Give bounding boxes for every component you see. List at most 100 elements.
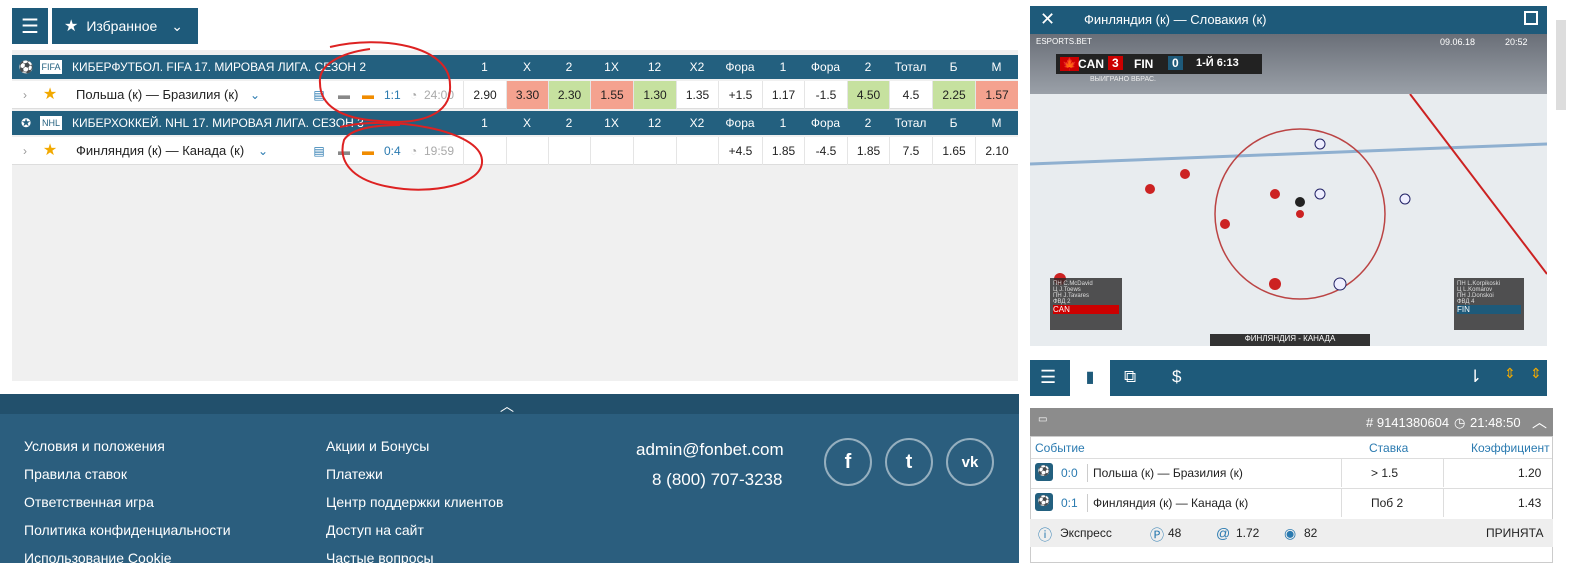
odds-cell[interactable]: 1.57: [975, 81, 1018, 109]
bet-slip-icon[interactable]: ▮: [1070, 360, 1110, 396]
twitter-icon[interactable]: t: [885, 438, 933, 486]
coupon-icon[interactable]: ⧉: [1124, 367, 1136, 387]
footer-link[interactable]: Условия и положения: [24, 438, 165, 454]
odds-cell[interactable]: [506, 137, 548, 165]
chevron-up-icon[interactable]: ︿: [1532, 411, 1547, 432]
hamburger-icon[interactable]: ☰: [1040, 367, 1056, 388]
up-down-icon[interactable]: ⇕: [1504, 365, 1516, 382]
odds-cell[interactable]: -4.5: [804, 137, 847, 165]
footer-phone[interactable]: 8 (800) 707-3238: [652, 470, 782, 490]
event-name[interactable]: Польша (к) — Бразилия (к): [76, 81, 238, 109]
football-icon: ⚽: [18, 60, 34, 74]
favorite-star-icon[interactable]: ★: [40, 81, 60, 109]
odds-cell[interactable]: 1.55: [590, 81, 633, 109]
odds-cell[interactable]: +4.5: [718, 137, 762, 165]
odds-header: 12: [647, 60, 662, 74]
video-date: 09.06.18: [1440, 37, 1476, 47]
chevron-down-icon[interactable]: ⌄: [256, 137, 270, 165]
lineup-box-left: ПН C.McDavid Ц J.Toews ПН J.Tavares ФВД 2C…: [1050, 278, 1122, 330]
favorite-star-icon[interactable]: ★: [40, 137, 60, 165]
odds-cell[interactable]: 1.30: [633, 81, 676, 109]
footer-link[interactable]: Политика конфиденциальности: [24, 522, 231, 538]
copy-icon[interactable]: ▭: [1038, 414, 1047, 425]
menu-button[interactable]: ☰: [12, 8, 48, 44]
chevron-down-icon[interactable]: ⌄: [248, 81, 262, 109]
slip-at: 1.72: [1236, 526, 1260, 540]
odds-cell[interactable]: 4.50: [847, 81, 889, 109]
video-player[interactable]: ESPORTS.BET 09.06.18 20:52 🍁 CAN 3 FIN 0…: [1030, 34, 1547, 346]
odds-cell[interactable]: 1.65: [932, 137, 975, 165]
up-down-icon-2[interactable]: ⇕: [1530, 365, 1542, 382]
col-bet: Ставка: [1369, 441, 1409, 455]
league-header: ✪ NHL КИБЕРХОККЕЙ. NHL 17. МИРОВАЯ ЛИГА.…: [12, 111, 1018, 135]
odds-cell[interactable]: 1.35: [676, 81, 718, 109]
slip-c: 82: [1304, 526, 1318, 540]
odds-cell[interactable]: 3.30: [506, 81, 548, 109]
odds-header: 1X: [604, 116, 619, 130]
odds-cell[interactable]: [633, 137, 676, 165]
event-name[interactable]: Финляндия (к) — Канада (к): [76, 137, 244, 165]
close-icon[interactable]: ✕: [1040, 9, 1055, 30]
footer-link[interactable]: Доступ на сайт: [326, 522, 424, 538]
odds-cell[interactable]: -1.5: [804, 81, 847, 109]
footer-email[interactable]: admin@fonbet.com: [636, 440, 784, 460]
odds-header: 1X: [604, 60, 619, 74]
event-row[interactable]: › ★ Польша (к) — Бразилия (к) ⌄ ▤ ▬ ▬ 1:…: [12, 81, 1018, 109]
slip-row[interactable]: ⚽ 0:0 Польша (к) — Бразилия (к) > 1.5 1.20: [1031, 458, 1552, 487]
odds-cell[interactable]: [676, 137, 718, 165]
footer-link[interactable]: Частые вопросы: [326, 550, 434, 566]
chevron-right-icon[interactable]: ›: [16, 81, 34, 109]
slip-status: ПРИНЯТА: [1486, 526, 1544, 540]
odds-header: Фора: [725, 60, 755, 74]
odds-cell[interactable]: 1.17: [762, 81, 804, 109]
at-icon: @: [1216, 525, 1231, 541]
odds-cell[interactable]: 7.5: [889, 137, 932, 165]
footer-link[interactable]: Использование Cookie: [24, 550, 172, 566]
odds-header: 2: [864, 116, 872, 130]
odds-header: М: [991, 116, 1002, 130]
expand-icon[interactable]: [1524, 11, 1538, 25]
odds-cell[interactable]: 4.5: [889, 81, 932, 109]
facebook-icon[interactable]: f: [824, 438, 872, 486]
footer-link[interactable]: Центр поддержки клиентов: [326, 494, 503, 510]
chevron-right-icon[interactable]: ›: [16, 137, 34, 165]
footer-link[interactable]: Правила ставок: [24, 466, 127, 482]
sort-icon[interactable]: ⇂: [1468, 367, 1482, 387]
footer-link[interactable]: Платежи: [326, 466, 383, 482]
odds-cell[interactable]: 1.85: [762, 137, 804, 165]
odds-cell[interactable]: 1.85: [847, 137, 889, 165]
odds-cell[interactable]: [548, 137, 590, 165]
vk-icon[interactable]: vk: [946, 438, 994, 486]
odds-header: Тотал: [894, 60, 927, 74]
odds-header: Фора: [810, 60, 841, 74]
slip-coef: 1.20: [1518, 466, 1542, 480]
slip-header[interactable]: ▭ # 9141380604 ◷ 21:48:50 ︿: [1030, 408, 1553, 436]
event-row[interactable]: › ★ Финляндия (к) — Канада (к) ⌄ ▤ ▬ ▬ 0…: [12, 137, 1018, 165]
favorites-dropdown[interactable]: ★ Избранное ⌄: [52, 8, 198, 44]
clock-icon: ◷: [1454, 415, 1466, 430]
footer-link[interactable]: Акции и Бонусы: [326, 438, 429, 454]
slip-row[interactable]: ⚽ 0:1 Финляндия (к) — Канада (к) Поб 2 1.43: [1031, 488, 1552, 517]
star-icon: ★: [64, 18, 79, 35]
odds-cell[interactable]: +1.5: [718, 81, 762, 109]
annotation-circle: [318, 41, 484, 191]
odds-cell[interactable]: [590, 137, 633, 165]
hamburger-icon: ☰: [21, 15, 39, 38]
slip-event: Польша (к) — Бразилия (к): [1093, 466, 1243, 480]
slip-event: Финляндия (к) — Канада (к): [1093, 496, 1249, 510]
chevron-up-icon[interactable]: ︿: [500, 396, 514, 416]
slip-summary: ⓘ Экспресс Ⓟ 48 @ 1.72 ◉ 82 ПРИНЯТА: [1030, 519, 1553, 547]
odds-header: Тотал: [894, 116, 927, 130]
info-icon[interactable]: ⓘ: [1038, 525, 1052, 545]
odds-cell[interactable]: 2.25: [932, 81, 975, 109]
odds-header: Б: [949, 60, 958, 74]
footer-link[interactable]: Ответственная игра: [24, 494, 154, 510]
odds-cell[interactable]: 2.30: [548, 81, 590, 109]
chevron-down-icon: ⌄: [171, 17, 184, 34]
scrollbar[interactable]: [1556, 20, 1566, 110]
cashout-icon[interactable]: $: [1172, 367, 1181, 387]
slip-score: 0:0: [1061, 466, 1078, 480]
odds-cell[interactable]: 2.10: [975, 137, 1018, 165]
odds-header: X2: [689, 60, 705, 74]
col-coef: Коэффициент: [1471, 441, 1550, 455]
